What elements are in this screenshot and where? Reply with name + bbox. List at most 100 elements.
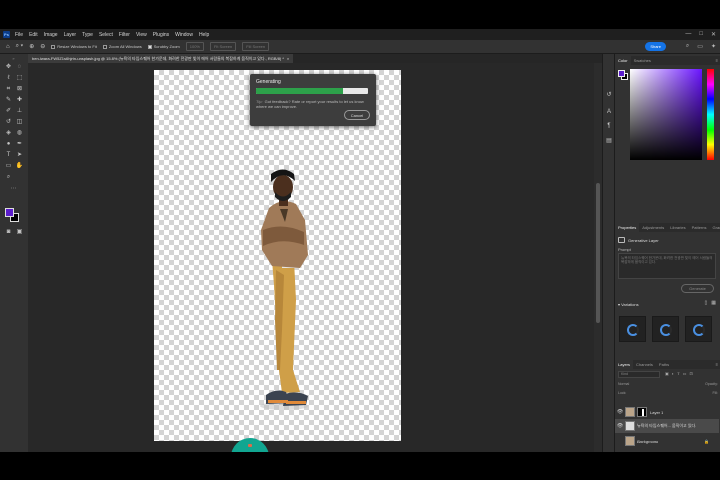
prompt-input[interactable]: 뉴욕의 타임스퀘어 한가운데, 화려한 전광판 빛이 에어 서람들의 복잡하게 … (618, 253, 716, 279)
menu-layer[interactable]: Layer (64, 32, 77, 38)
scrubby-zoom-option[interactable]: Scrubby Zoom (147, 44, 180, 49)
zoom-tool-icon[interactable]: ⌕ ▾ (16, 43, 24, 50)
zoom-100-button[interactable]: 100% (185, 42, 204, 51)
close-window-button[interactable]: ✕ (711, 31, 716, 38)
history-brush-tool-icon[interactable]: ↺ (4, 117, 13, 126)
filter-shape-icon[interactable]: ▭ (683, 371, 687, 376)
quick-mask-icon[interactable]: ◙ (4, 227, 13, 236)
resize-windows-checkbox[interactable] (51, 44, 56, 49)
visibility-eye-icon[interactable]: 👁 (615, 409, 625, 415)
zoom-all-windows-option[interactable]: Zoom All Windows (102, 44, 142, 49)
tab-paths[interactable]: Paths (656, 360, 672, 369)
color-picker-field[interactable] (630, 69, 702, 160)
layer-row-layer-1[interactable]: 👁 Layer 1 (615, 405, 719, 419)
fill-label[interactable]: Fill: (713, 391, 718, 395)
character-panel-icon[interactable]: A (605, 108, 613, 116)
layer-row-generative[interactable]: 👁 뉴욕의 타임스퀘어... 움직이고 있다. (615, 419, 719, 433)
layer-filter-search[interactable]: Kind (618, 371, 660, 378)
scrubby-zoom-checkbox[interactable] (147, 44, 152, 49)
generate-button[interactable]: Generate (681, 284, 714, 293)
foreground-color-swatch[interactable] (5, 208, 14, 217)
home-icon[interactable]: ⌂ (6, 44, 10, 50)
maximize-button[interactable]: □ (699, 31, 703, 38)
menu-filter[interactable]: Filter (119, 32, 130, 38)
path-selection-tool-icon[interactable]: ➤ (15, 150, 24, 159)
filter-pixel-icon[interactable]: ▣ (665, 371, 669, 376)
libraries-panel-icon[interactable]: ▤ (605, 136, 613, 144)
cancel-button[interactable]: Cancel (344, 110, 370, 120)
canvas-vertical-scrollbar[interactable] (594, 63, 602, 452)
discover-icon[interactable]: ✦ (711, 43, 716, 50)
zoom-out-icon[interactable]: ⊖ (40, 43, 45, 50)
lasso-tool-icon[interactable]: ℓ (4, 73, 13, 82)
share-button[interactable]: Share (645, 42, 666, 51)
visibility-eye-icon[interactable]: 👁 (615, 423, 625, 429)
hue-slider[interactable] (707, 69, 714, 160)
search-icon[interactable]: ⌕ (686, 43, 689, 50)
lock-label[interactable]: Lock: (618, 391, 626, 395)
color-panel-foreground-swatch[interactable] (618, 70, 625, 77)
tab-layers[interactable]: Layers (615, 360, 634, 369)
zoom-all-windows-checkbox[interactable] (102, 44, 107, 49)
document-tab[interactable]: ben-iwara-FW5Z1s6hjrtn-unsplash.jpg @ 15… (28, 54, 294, 63)
filter-type-icon[interactable]: T (677, 371, 679, 376)
menu-type[interactable]: Type (82, 32, 93, 38)
tab-properties[interactable]: Properties (615, 223, 640, 232)
type-tool-icon[interactable]: T (4, 150, 13, 159)
dodge-tool-icon[interactable]: ● (4, 139, 13, 148)
rectangle-tool-icon[interactable]: ▭ (4, 161, 13, 170)
variation-thumbnail-1[interactable] (619, 316, 646, 342)
list-view-icon[interactable]: ▯ (705, 300, 708, 306)
brush-tool-icon[interactable]: ✐ (4, 106, 13, 115)
tab-adjustments[interactable]: Adjustments (639, 223, 667, 232)
menu-select[interactable]: Select (99, 32, 113, 38)
clone-stamp-tool-icon[interactable]: ⊥ (15, 106, 24, 115)
menu-view[interactable]: View (136, 32, 147, 38)
hand-tool-icon[interactable]: ✋ (15, 161, 24, 170)
menu-edit[interactable]: Edit (29, 32, 38, 38)
healing-brush-tool-icon[interactable]: ✚ (15, 95, 24, 104)
frame-tool-icon[interactable]: ⊠ (15, 84, 24, 93)
opacity-label[interactable]: Opacity: (705, 382, 718, 386)
object-selection-tool-icon[interactable]: ⬚ (15, 73, 24, 82)
variation-thumbnail-3[interactable] (685, 316, 712, 342)
zoom-tool-active-icon[interactable]: ⌕ (4, 172, 13, 181)
layer-row-background[interactable]: Background 🔒 (615, 434, 719, 448)
workspace-icon[interactable]: ▭ (697, 43, 703, 50)
tab-swatches[interactable]: Swatches (631, 56, 654, 65)
filter-adjustment-icon[interactable]: ◐ (672, 371, 674, 376)
screen-mode-icon[interactable]: ▣ (15, 227, 24, 236)
tab-color[interactable]: Color (615, 56, 631, 65)
pen-tool-icon[interactable]: ✒ (15, 139, 24, 148)
tab-gradient[interactable]: Gradient (710, 223, 720, 232)
menu-file[interactable]: File (15, 32, 23, 38)
crop-tool-icon[interactable]: ⌗ (4, 84, 13, 93)
color-panel-menu-icon[interactable]: ≡ (716, 58, 718, 63)
resize-windows-option[interactable]: Resize Windows to Fit (51, 44, 97, 49)
menu-window[interactable]: Window (175, 32, 193, 38)
tab-libraries[interactable]: Libraries (667, 223, 688, 232)
grid-view-icon[interactable]: ▦ (711, 300, 716, 306)
blend-mode-select[interactable]: Normal (618, 382, 629, 386)
eraser-tool-icon[interactable]: ◫ (15, 117, 24, 126)
zoom-in-icon[interactable]: ⊕ (29, 43, 34, 50)
history-panel-icon[interactable]: ↺ (605, 90, 613, 98)
tab-patterns[interactable]: Patterns (689, 223, 710, 232)
menu-image[interactable]: Image (44, 32, 58, 38)
close-tab-icon[interactable]: × (287, 56, 289, 61)
tab-channels[interactable]: Channels (633, 360, 656, 369)
scrollbar-thumb[interactable] (596, 183, 600, 323)
fit-screen-button[interactable]: Fit Screen (209, 42, 237, 51)
layers-panel-menu-icon[interactable]: ≡ (716, 362, 718, 367)
variation-thumbnail-2[interactable] (652, 316, 679, 342)
marquee-tool-icon[interactable]: ◌ (15, 62, 24, 71)
fill-screen-button[interactable]: Fill Screen (242, 42, 270, 51)
minimize-button[interactable]: — (685, 31, 691, 38)
menu-plugins[interactable]: Plugins (153, 32, 169, 38)
move-tool-icon[interactable]: ✥ (4, 62, 13, 71)
blur-tool-icon[interactable]: ◍ (15, 128, 24, 137)
paragraph-panel-icon[interactable]: ¶ (605, 122, 613, 130)
menu-help[interactable]: Help (199, 32, 209, 38)
filter-smart-icon[interactable]: ⊡ (689, 371, 692, 376)
eyedropper-tool-icon[interactable]: ✎ (4, 95, 13, 104)
